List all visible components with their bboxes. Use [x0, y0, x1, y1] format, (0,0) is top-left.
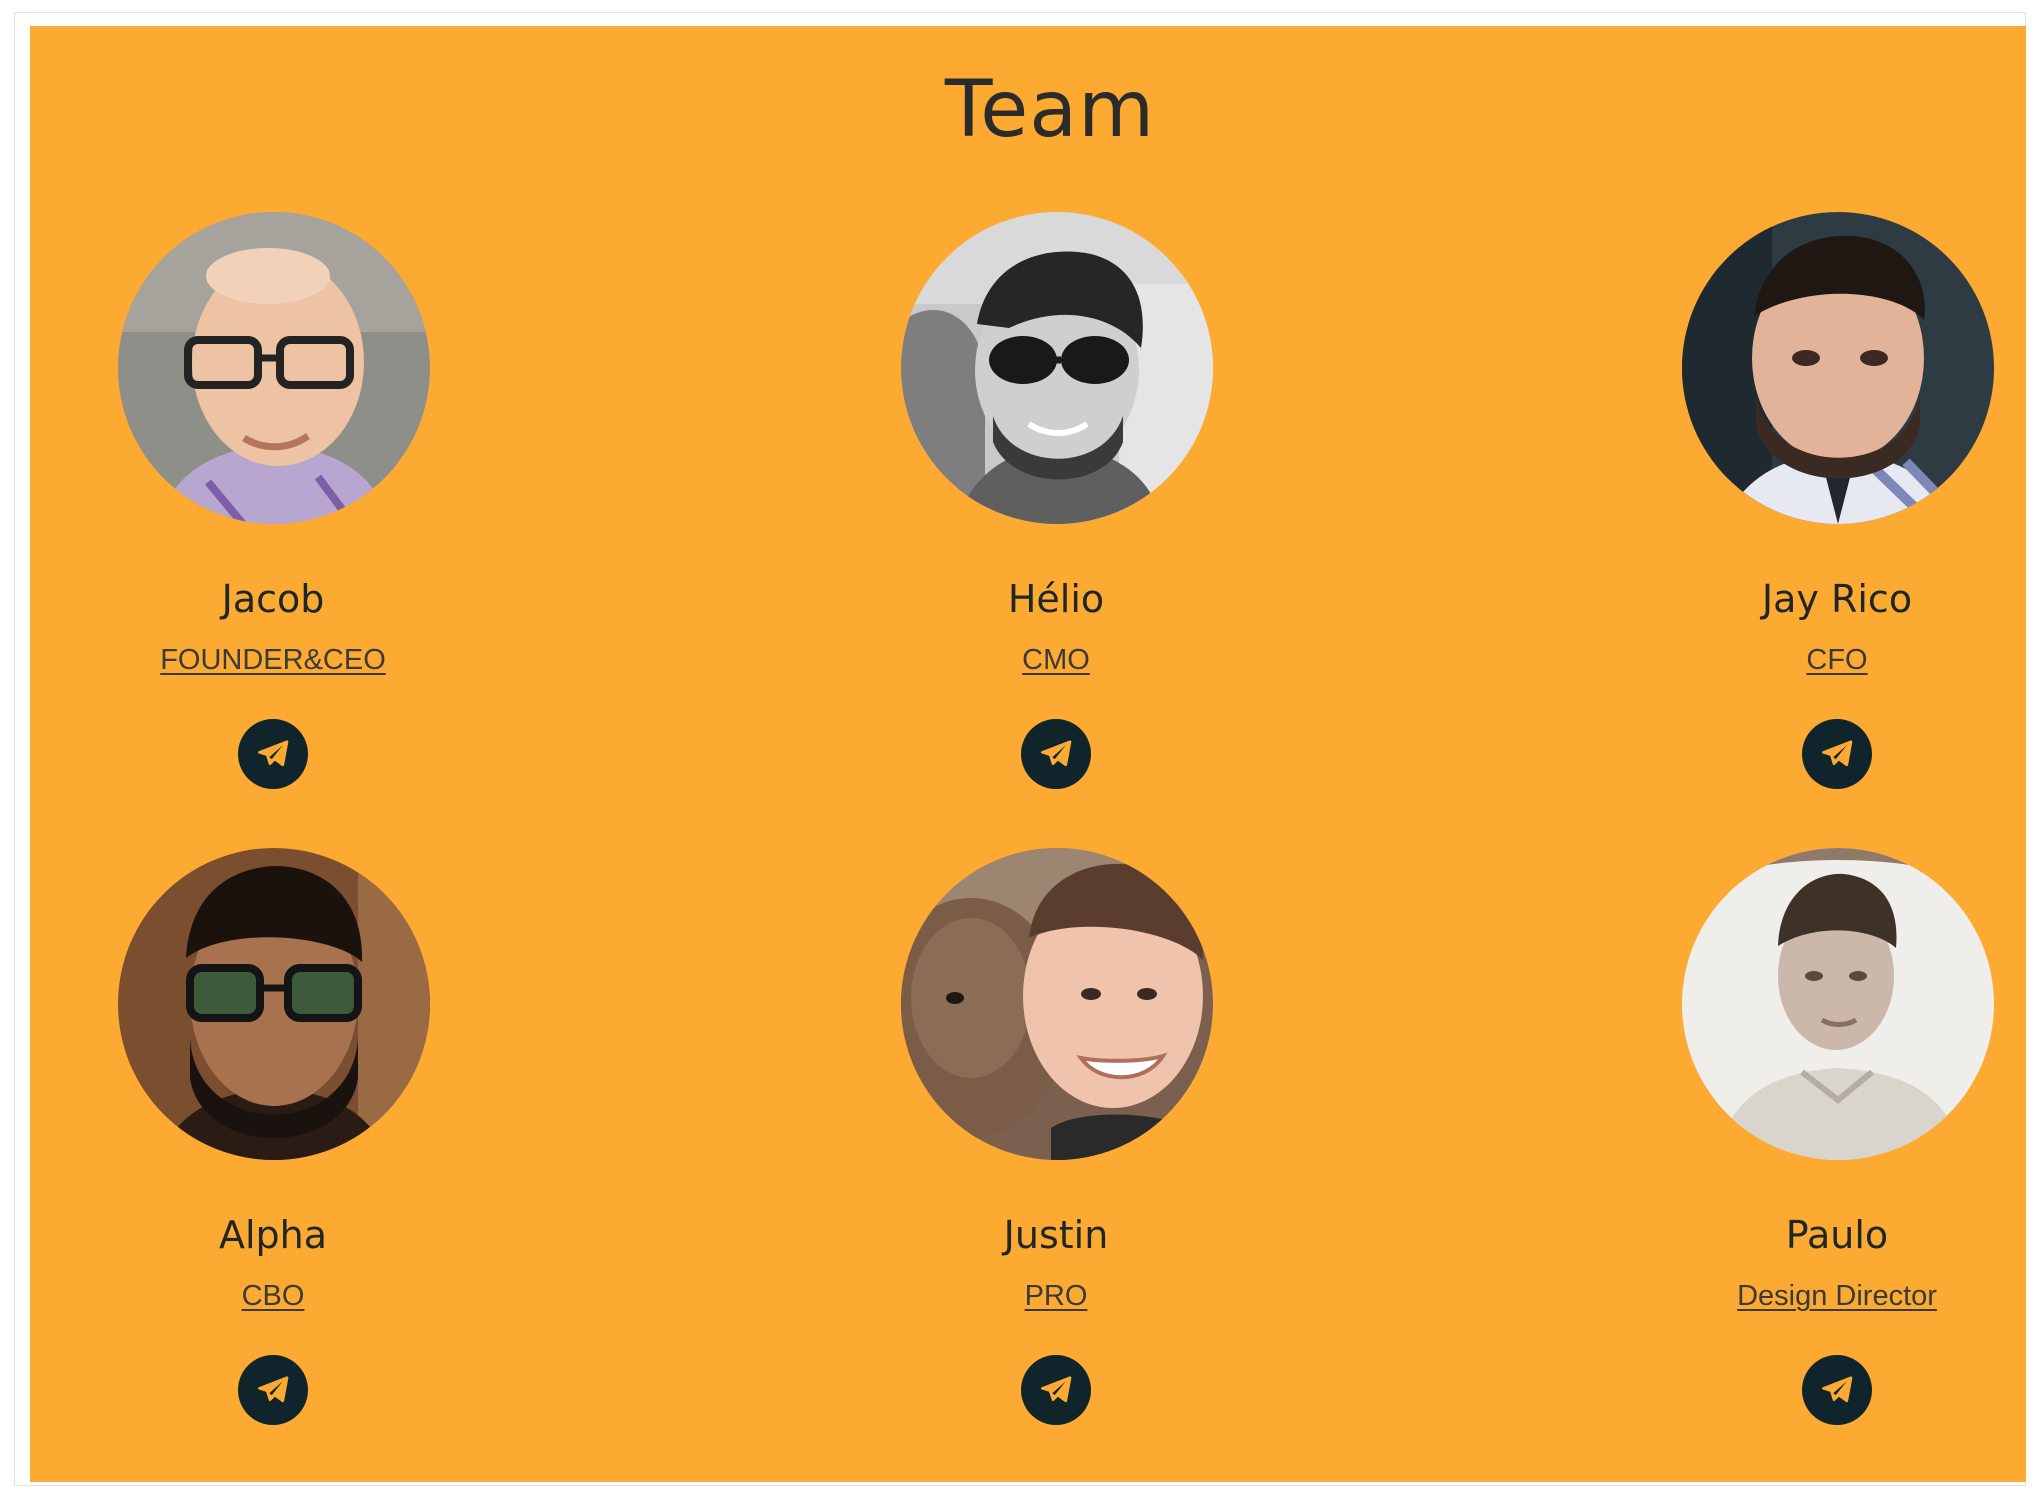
team-member-card-jacob: Jacob FOUNDER&CEO [53, 212, 493, 832]
telegram-icon [258, 1376, 289, 1403]
member-name: Justin [1003, 1213, 1109, 1257]
team-member-card-alpha: Alpha CBO [53, 848, 493, 1468]
telegram-button[interactable] [238, 1355, 308, 1425]
avatar-photo [1682, 848, 1994, 1160]
telegram-button[interactable] [238, 719, 308, 789]
member-role-link[interactable]: FOUNDER&CEO [53, 646, 493, 675]
member-role-link[interactable]: Design Director [1617, 1282, 2044, 1311]
member-name: Paulo [1785, 1213, 1889, 1257]
member-role-link[interactable]: CFO [1617, 646, 2044, 675]
team-member-card-jay-rico: Jay Rico CFO [1617, 212, 2044, 832]
member-avatar-jay-rico [1682, 212, 1994, 524]
telegram-icon [258, 740, 289, 767]
member-role-link[interactable]: CBO [53, 1282, 493, 1311]
telegram-button[interactable] [1802, 719, 1872, 789]
team-member-card-helio: Hélio CMO [836, 212, 1276, 832]
avatar-photo [1682, 212, 1994, 524]
member-avatar-jacob [118, 212, 430, 524]
telegram-button[interactable] [1021, 719, 1091, 789]
member-avatar-paulo [1682, 848, 1994, 1160]
avatar-photo [901, 212, 1213, 524]
team-section: Team Jacob FOUNDER&CEO Hélio CMO Jay Ric… [30, 26, 2026, 1482]
avatar-photo [901, 848, 1213, 1160]
member-name: Jacob [221, 577, 325, 621]
section-title: Team [944, 65, 1156, 155]
telegram-icon [1822, 740, 1853, 767]
member-avatar-alpha [118, 848, 430, 1160]
member-name: Alpha [218, 1213, 328, 1257]
avatar-photo [118, 212, 430, 524]
telegram-icon [1041, 740, 1072, 767]
member-role-link[interactable]: CMO [836, 646, 1276, 675]
member-role-link[interactable]: PRO [836, 1282, 1276, 1311]
telegram-icon [1041, 1376, 1072, 1403]
team-member-card-paulo: Paulo Design Director [1617, 848, 2044, 1468]
telegram-button[interactable] [1021, 1355, 1091, 1425]
team-member-card-justin: Justin PRO [836, 848, 1276, 1468]
member-name: Hélio [1007, 577, 1105, 621]
member-avatar-helio [901, 212, 1213, 524]
member-name: Jay Rico [1761, 577, 1913, 621]
avatar-photo [118, 848, 430, 1160]
member-avatar-justin [901, 848, 1213, 1160]
telegram-icon [1822, 1376, 1853, 1403]
telegram-button[interactable] [1802, 1355, 1872, 1425]
